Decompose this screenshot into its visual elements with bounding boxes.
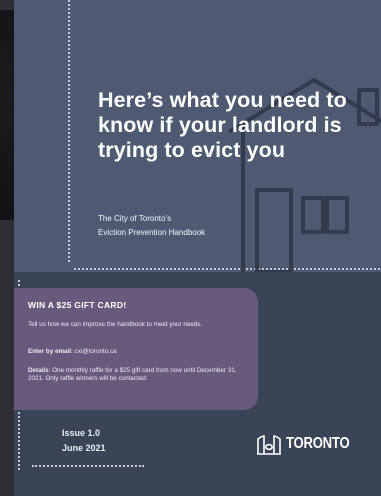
logo-wordmark: TORONTO [286,435,350,452]
promo-email: Enter by email: cxi@toronto.ca [28,348,248,356]
issue-number: Issue 1.0 [62,428,101,438]
promo-heading: WIN A $25 GIFT CARD! [28,300,127,310]
promo-details: Details: One monthly raffle for a $25 gi… [28,367,248,384]
cover-subtitle: The City of Toronto’s Eviction Preventio… [98,212,298,240]
issue-date: June 2021 [62,443,106,453]
details-label: Details [28,367,49,374]
handbook-cover: Here’s what you need to know if your lan… [14,0,381,496]
photo-scene: Here’s what you need to know if your lan… [0,0,381,496]
gift-card-promo: WIN A $25 GIFT CARD! Tell us how we can … [14,288,258,410]
dotted-line [68,0,70,262]
toronto-logo: TORONTO [256,432,363,456]
issue-info: Issue 1.0 June 2021 [62,426,106,456]
details-value: : One monthly raffle for a $25 gift card… [28,367,237,383]
email-value: : cxi@toronto.ca [71,348,117,355]
dotted-line [32,465,144,467]
city-hall-icon [257,435,281,455]
cover-title: Here’s what you need to know if your lan… [98,88,347,162]
promo-intro: Tell us how we can improve the handbook … [28,321,203,328]
subtitle-line: The City of Toronto’s [98,214,172,223]
email-label: Enter by email [28,348,72,355]
subtitle-line: Eviction Prevention Handbook [98,228,206,237]
